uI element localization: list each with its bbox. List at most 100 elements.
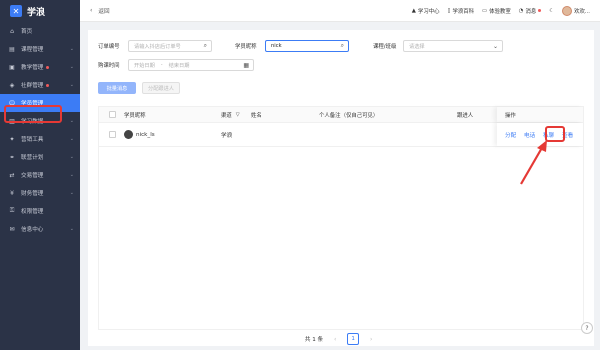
- teach-icon: ▣: [9, 63, 15, 71]
- user-menu[interactable]: 欢欢...: [562, 5, 590, 16]
- sidebar-item-label: 营销工具: [21, 137, 44, 143]
- order-placeholder: 请输入抖店后订单号: [134, 43, 181, 50]
- action-bar: 批量消息 分配跟进人: [98, 82, 180, 94]
- filter-course: 课程/班级 请选择 ⌄: [373, 40, 503, 52]
- header-ops: 操作: [505, 113, 516, 119]
- chevron-down-icon: ⌄: [69, 136, 74, 142]
- sidebar-item-label: 课程管理: [21, 47, 44, 53]
- app-root: ✕ 学浪 ⌂ 首页 ▤ 课程管理 ⌄ ▣ 教学管理 ⌄ ◈ 社群管理 ⌄ ☺ 学员管理 ▥ 学习数据 ⌄ ✦ 营销…: [0, 0, 600, 350]
- top-link-label: 体验教室: [489, 8, 511, 15]
- bell-icon: ◔: [518, 7, 524, 14]
- sidebar-item-label: 社群管理: [21, 83, 44, 89]
- prev-page-icon[interactable]: ‹: [329, 333, 341, 345]
- affiliate-icon: ⚭: [9, 153, 15, 161]
- notification-dot: [46, 83, 50, 87]
- nickname-input[interactable]: nick ⌕: [265, 40, 349, 52]
- user-name: 欢欢...: [574, 8, 590, 15]
- table-row[interactable]: nick_ls 学浪 分配 电话 私聊 查看: [99, 123, 583, 147]
- header-nickname: 学员昵称: [124, 112, 146, 119]
- notification-dot: [538, 9, 542, 12]
- notification-dot: [46, 65, 50, 69]
- start-date-placeholder: 开始日期: [134, 62, 155, 69]
- course-label: 课程/班级: [373, 44, 397, 50]
- header-follower: 跟进人: [457, 112, 474, 119]
- sidebar-item-label: 权限管理: [21, 209, 44, 215]
- help-icon[interactable]: ?: [581, 322, 593, 334]
- graduation-icon: ▲: [411, 7, 416, 14]
- chevron-down-icon: ⌄: [492, 42, 498, 50]
- annotation-arrow: [520, 140, 547, 185]
- sidebar-item-label: 信息中心: [21, 227, 44, 233]
- chevron-down-icon: ⌄: [69, 154, 74, 160]
- order-input[interactable]: 请输入抖店后订单号 ⌕: [128, 40, 212, 52]
- course-icon: ▤: [9, 45, 15, 53]
- current-page[interactable]: 1: [347, 333, 360, 345]
- top-link-messages[interactable]: ◔ 消息: [519, 7, 542, 15]
- course-select[interactable]: 请选择 ⌄: [403, 40, 503, 52]
- sidebar-item-6[interactable]: ✦ 营销工具 ⌄: [0, 130, 80, 148]
- sidebar-nav: ⌂ 首页 ▤ 课程管理 ⌄ ▣ 教学管理 ⌄ ◈ 社群管理 ⌄ ☺ 学员管理 ▥ 学习数据 ⌄ ✦ 营销工具 ⌄ ⚭ 联…: [0, 22, 80, 238]
- main-panel: 订单编号 请输入抖店后订单号 ⌕ 学员昵称 nick ⌕ 课程/班级 请选择 ⌄…: [88, 30, 594, 346]
- sidebar-item-label: 教学管理: [21, 65, 44, 71]
- top-link-classroom[interactable]: ▭ 体验教室: [482, 7, 511, 15]
- course-placeholder: 请选择: [409, 43, 425, 50]
- highlight-box-student-menu: [4, 105, 62, 123]
- arrow-head: [537, 140, 547, 152]
- header-channel: 渠道 ▽: [221, 111, 240, 119]
- header-ops-column: 操作: [497, 107, 583, 122]
- row-channel: 学浪: [221, 132, 233, 139]
- sidebar-item-2[interactable]: ▣ 教学管理 ⌄: [0, 58, 80, 76]
- sidebar-item-label: 首页: [21, 29, 33, 35]
- home-icon: ⌂: [10, 27, 14, 35]
- date-range-input[interactable]: 开始日期 - 结束日期 ▦: [128, 59, 254, 71]
- sidebar-item-1[interactable]: ▤ 课程管理 ⌄: [0, 40, 80, 58]
- brand-logo-icon: ✕: [10, 5, 22, 17]
- header-name: 姓名: [251, 112, 262, 119]
- sidebar-item-10[interactable]: ⚿ 权限管理: [0, 202, 80, 220]
- sidebar-item-label: 交易管理: [21, 173, 44, 179]
- header-remark: 个人备注（仅自己可见）: [319, 112, 379, 119]
- chevron-down-icon: ⌄: [69, 226, 74, 232]
- end-date-placeholder: 结束日期: [168, 62, 190, 69]
- batch-message-button[interactable]: 批量消息: [98, 82, 136, 94]
- theme-toggle[interactable]: ☾: [549, 8, 554, 14]
- next-page-icon[interactable]: ›: [365, 333, 377, 345]
- top-link-study-center[interactable]: ▲ 学习中心: [412, 7, 440, 15]
- sidebar-item-3[interactable]: ◈ 社群管理 ⌄: [0, 76, 80, 94]
- top-links: ▲ 学习中心 ▯ 学浪百科 ▭ 体验教室 ◔ 消息 ☾ 欢欢...: [412, 5, 590, 16]
- sidebar-item-11[interactable]: ✉ 信息中心 ⌄: [0, 220, 80, 238]
- select-all-checkbox[interactable]: [109, 111, 116, 118]
- sidebar-item-7[interactable]: ⚭ 联营计划 ⌄: [0, 148, 80, 166]
- marketing-icon: ✦: [9, 135, 15, 143]
- top-link-label: 学浪百科: [452, 8, 475, 15]
- filter-nickname: 学员昵称 nick ⌕: [235, 40, 349, 52]
- back-button[interactable]: ‹ 返回: [90, 7, 110, 15]
- sidebar-item-9[interactable]: ¥ 财务管理 ⌄: [0, 184, 80, 202]
- moon-icon: ☾: [549, 7, 555, 14]
- sidebar-item-0[interactable]: ⌂ 首页: [0, 22, 80, 40]
- search-icon[interactable]: ⌕: [204, 42, 207, 50]
- top-link-label: 学习中心: [417, 8, 440, 15]
- pagination: 共 1 条 ‹ 1 ›: [88, 332, 594, 346]
- row-checkbox[interactable]: [109, 131, 116, 138]
- filter-icon[interactable]: ▽: [236, 112, 240, 118]
- assign-follower-button[interactable]: 分配跟进人: [142, 82, 180, 94]
- back-label: 返回: [98, 8, 110, 15]
- filter-order: 订单编号 请输入抖店后订单号 ⌕: [98, 40, 212, 52]
- sidebar-item-label: 财务管理: [21, 191, 44, 197]
- sidebar-item-8[interactable]: ⇄ 交易管理 ⌄: [0, 166, 80, 184]
- brand-name: 学浪: [27, 7, 46, 18]
- user-avatar: [124, 130, 133, 139]
- row-nickname-cell: nick_ls: [124, 130, 155, 139]
- top-link-label: 消息: [525, 8, 537, 15]
- chevron-down-icon: ⌄: [69, 82, 74, 88]
- top-link-wiki[interactable]: ▯ 学浪百科: [448, 7, 475, 15]
- chevron-left-icon: ‹: [90, 7, 93, 14]
- brand[interactable]: ✕ 学浪: [0, 0, 80, 22]
- sidebar: ✕ 学浪 ⌂ 首页 ▤ 课程管理 ⌄ ▣ 教学管理 ⌄ ◈ 社群管理 ⌄ ☺ 学员管理 ▥ 学习数据 ⌄ ✦ 营销…: [0, 0, 80, 350]
- search-icon[interactable]: ⌕: [341, 42, 344, 50]
- nickname-label: 学员昵称: [235, 44, 257, 50]
- filter-time: 购课时间 开始日期 - 结束日期 ▦: [98, 59, 254, 71]
- message-icon: ✉: [9, 225, 15, 233]
- permission-icon: ⚿: [9, 207, 15, 214]
